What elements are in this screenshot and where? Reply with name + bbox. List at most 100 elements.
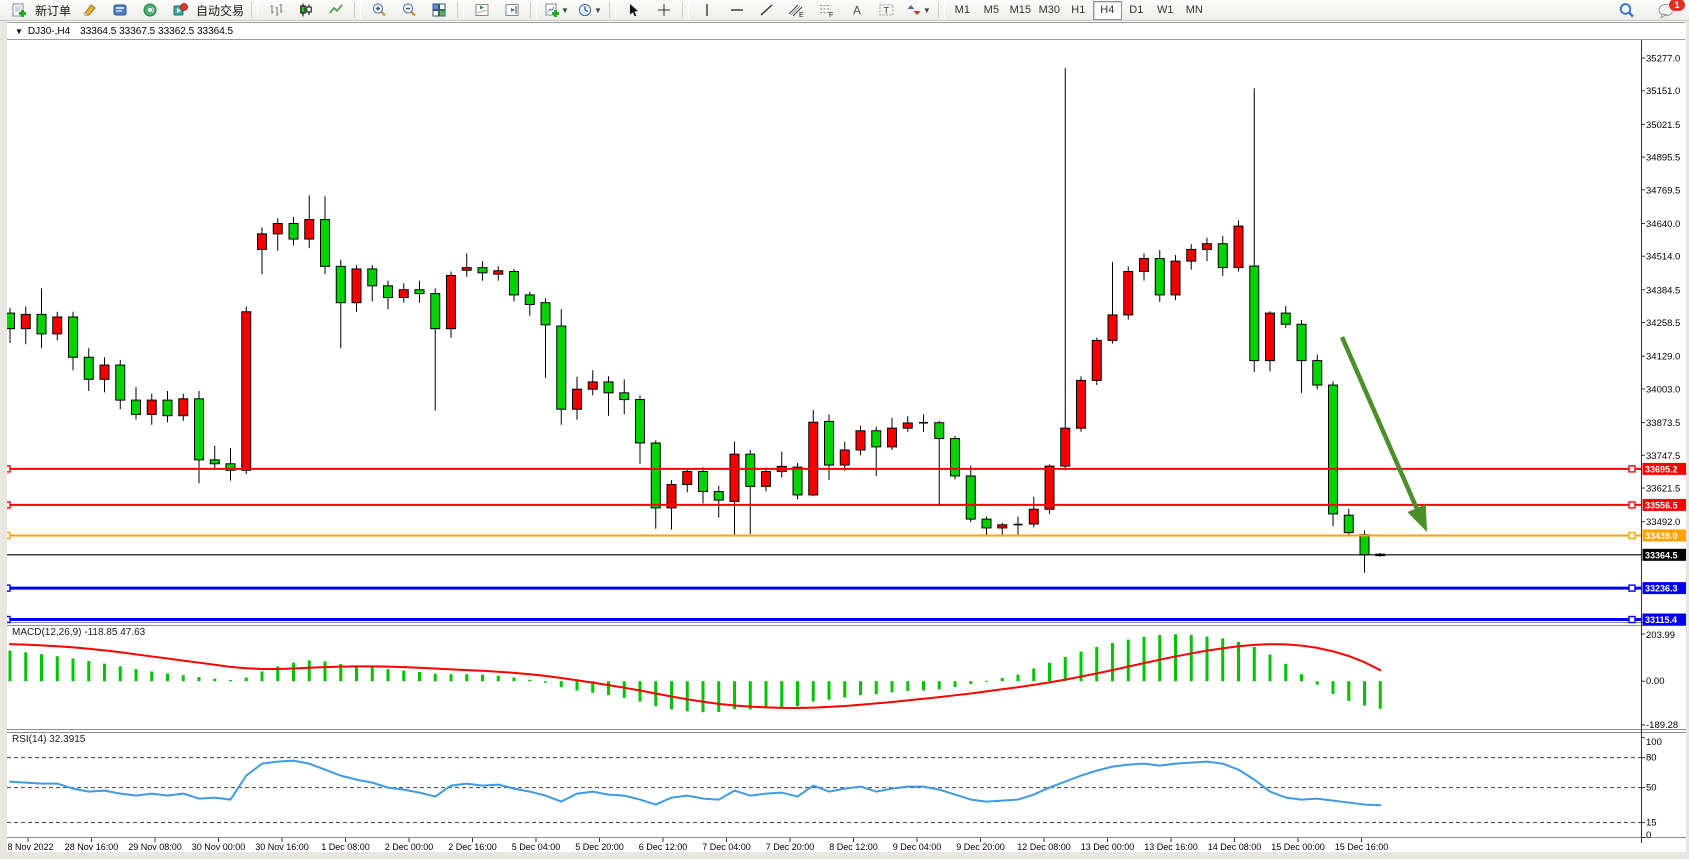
- candle: [210, 446, 219, 469]
- bar-chart-button[interactable]: [262, 0, 290, 20]
- trendline-icon: [759, 2, 775, 18]
- tile-windows-icon: [431, 2, 447, 18]
- candle: [856, 426, 865, 456]
- chart-canvas[interactable]: 33695.233556.533439.033236.333115.433364…: [0, 0, 1689, 859]
- timeframe-mn[interactable]: MN: [1180, 1, 1209, 20]
- candle: [1297, 320, 1306, 393]
- candle: [1218, 236, 1227, 276]
- timeframe-h1[interactable]: H1: [1064, 1, 1093, 20]
- main-toolbar: 新订单 自动交易: [0, 0, 1689, 21]
- window-frame-bottom: [0, 852, 1689, 859]
- timeframe-d1[interactable]: D1: [1122, 1, 1151, 20]
- toolbar-separator: [354, 2, 361, 18]
- metaeditor-button[interactable]: [76, 0, 104, 20]
- chat-button[interactable]: 1: [1652, 1, 1680, 21]
- chevron-down-icon[interactable]: ▼: [15, 27, 23, 36]
- svg-text:14 Dec 08:00: 14 Dec 08:00: [1208, 842, 1262, 852]
- fibonacci-button[interactable]: F: [813, 0, 841, 20]
- candlestick-chart-button[interactable]: [292, 0, 320, 20]
- svg-text:34258.5: 34258.5: [1646, 318, 1680, 329]
- timeframe-m30[interactable]: M30: [1035, 1, 1064, 20]
- candle: [368, 265, 377, 301]
- svg-text:33873.5: 33873.5: [1646, 418, 1680, 429]
- line-chart-button[interactable]: [322, 0, 350, 20]
- text-label-button[interactable]: T: [873, 0, 901, 20]
- green-arrow-annotation[interactable]: [1342, 337, 1427, 532]
- candle: [321, 196, 330, 274]
- candle: [746, 450, 755, 534]
- candle: [1344, 509, 1353, 535]
- chart-autoscroll-button[interactable]: [498, 0, 526, 20]
- arrows-button[interactable]: ▼: [903, 0, 934, 20]
- candle: [37, 288, 46, 348]
- candle: [809, 410, 818, 496]
- chart-shift-button[interactable]: [468, 0, 496, 20]
- svg-text:203.99: 203.99: [1646, 630, 1675, 641]
- signals-button[interactable]: [136, 0, 164, 20]
- price-line[interactable]: [4, 617, 1641, 623]
- tile-windows-button[interactable]: [425, 0, 453, 20]
- new-order-icon: [11, 2, 27, 18]
- zoom-in-button[interactable]: [365, 0, 393, 20]
- svg-text:100: 100: [1646, 737, 1662, 748]
- timeframe-m5[interactable]: M5: [977, 1, 1006, 20]
- candle: [620, 379, 629, 414]
- search-button[interactable]: [1613, 1, 1641, 21]
- timeframe-m1[interactable]: M1: [948, 1, 977, 20]
- candle: [730, 442, 739, 536]
- algo-trading-button[interactable]: [166, 0, 194, 20]
- timeframe-m15[interactable]: M15: [1006, 1, 1035, 20]
- svg-text:33695.2: 33695.2: [1645, 464, 1678, 474]
- candle: [242, 307, 251, 475]
- trendline-button[interactable]: [753, 0, 781, 20]
- new-chart-button[interactable]: ▼: [541, 0, 572, 20]
- candle: [651, 440, 660, 528]
- timeframe-w1[interactable]: W1: [1151, 1, 1180, 20]
- price-line[interactable]: [4, 532, 1641, 538]
- new-order-label[interactable]: 新订单: [35, 2, 71, 19]
- price-line[interactable]: [4, 585, 1641, 591]
- candle: [982, 516, 991, 535]
- macd-signal-value: 47.63: [120, 627, 145, 638]
- zoom-out-button[interactable]: [395, 0, 423, 20]
- candle: [478, 261, 487, 280]
- candle: [116, 360, 125, 409]
- svg-text:33439.0: 33439.0: [1645, 531, 1678, 541]
- timeframe-toolbar: M1M5M15M30H1H4D1W1MN: [948, 1, 1209, 20]
- market-button[interactable]: [106, 0, 134, 20]
- pane-borders: [7, 24, 1686, 843]
- text-button[interactable]: A: [843, 0, 871, 20]
- price-lines-layer: 33695.233556.533439.033236.333115.433364…: [4, 463, 1689, 626]
- macd-main-value: -118.85: [84, 627, 117, 638]
- svg-text:33556.5: 33556.5: [1645, 500, 1678, 510]
- candle: [1092, 338, 1101, 385]
- svg-text:-189.28: -189.28: [1646, 720, 1678, 731]
- bar-chart-icon: [268, 2, 284, 18]
- crosshair-icon: [656, 2, 672, 18]
- price-line[interactable]: [4, 502, 1641, 508]
- svg-text:30 Nov 16:00: 30 Nov 16:00: [255, 842, 309, 852]
- candle: [352, 265, 361, 312]
- candle: [226, 448, 235, 480]
- candle: [1029, 497, 1038, 528]
- svg-text:28 Nov 16:00: 28 Nov 16:00: [65, 842, 119, 852]
- candle: [1045, 465, 1054, 514]
- timeframe-h4[interactable]: H4: [1093, 1, 1122, 20]
- equidistant-channel-button[interactable]: E: [783, 0, 811, 20]
- candle: [53, 312, 62, 341]
- horizontal-line-button[interactable]: [723, 0, 751, 20]
- svg-text:8 Dec 12:00: 8 Dec 12:00: [829, 842, 878, 852]
- crosshair-button[interactable]: [650, 0, 678, 20]
- auto-trading-label[interactable]: 自动交易: [196, 2, 244, 19]
- candle: [1014, 516, 1023, 536]
- profiles-button[interactable]: ▼: [574, 0, 605, 20]
- chart-header: ▼ DJ30-,H4 33364.5 33367.5 33362.5 33364…: [7, 22, 1685, 40]
- candle: [132, 387, 141, 419]
- new-order-button[interactable]: [5, 0, 33, 20]
- candle: [1187, 244, 1196, 269]
- metaeditor-icon: [82, 2, 98, 18]
- cursor-button[interactable]: [620, 0, 648, 20]
- vertical-line-button[interactable]: [693, 0, 721, 20]
- toolbar-separator: [609, 2, 616, 18]
- svg-text:15: 15: [1646, 818, 1657, 829]
